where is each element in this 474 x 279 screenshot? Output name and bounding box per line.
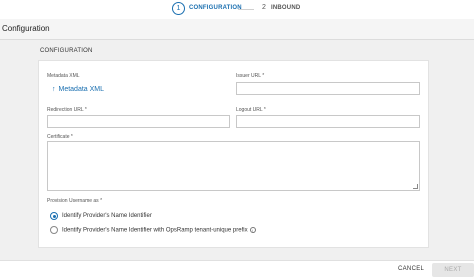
certificate-textarea[interactable]: [47, 141, 420, 191]
logout-url-label: Logout URL *: [236, 107, 266, 113]
provision-username-label: Provision Username as *: [47, 198, 103, 204]
issuer-url-label: Issuer URL *: [236, 73, 265, 79]
info-icon[interactable]: i: [249, 227, 256, 233]
metadata-xml-label: Metadata XML: [47, 73, 80, 79]
logout-url-input[interactable]: [236, 115, 420, 128]
redirection-url-input[interactable]: [47, 115, 230, 128]
step-2-label[interactable]: INBOUND: [271, 5, 300, 11]
section-title: CONFIGURATION: [40, 48, 93, 54]
stepper: 1 CONFIGURATION 2 INBOUND: [0, 0, 474, 19]
radio-name-identifier-prefix[interactable]: [50, 226, 58, 234]
step-1-label[interactable]: CONFIGURATION: [189, 5, 242, 11]
radio-prefix-label-text: Identify Provider's Name Identifier with…: [62, 227, 248, 234]
radio-name-identifier-label: Identify Provider's Name Identifier: [62, 213, 152, 219]
cancel-button[interactable]: CANCEL: [398, 266, 424, 272]
redirection-url-label: Redirection URL *: [47, 107, 87, 113]
step-connector: [238, 9, 254, 10]
step-1-indicator: 1: [172, 2, 185, 15]
metadata-xml-link-text: Metadata XML: [58, 86, 105, 93]
resize-grip-icon[interactable]: [413, 184, 418, 189]
radio-name-identifier[interactable]: [50, 212, 58, 220]
metadata-xml-upload-link[interactable]: ↑ Metadata XML: [52, 86, 104, 93]
step-2-number: 2: [262, 4, 266, 11]
page-title: Configuration: [2, 24, 50, 33]
page-header: Configuration: [0, 19, 474, 40]
certificate-label: Certificate *: [47, 134, 73, 140]
issuer-url-input[interactable]: [236, 82, 420, 95]
next-button[interactable]: NEXT: [432, 263, 474, 277]
upload-arrow-icon: ↑: [52, 86, 56, 93]
radio-name-identifier-prefix-label: Identify Provider's Name Identifier with…: [62, 227, 256, 234]
